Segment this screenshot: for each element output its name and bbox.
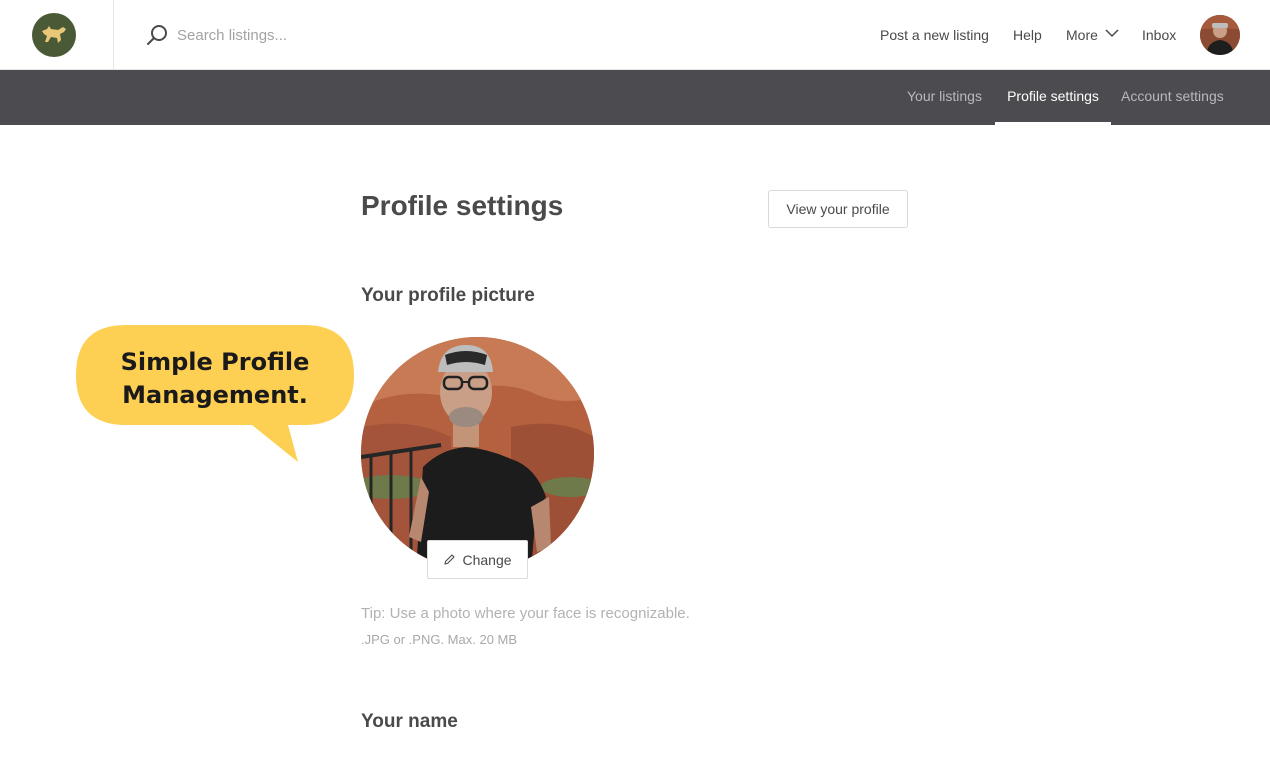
photo-tip: Tip: Use a photo where your face is reco… — [361, 605, 690, 622]
more-menu[interactable]: More — [1066, 26, 1098, 44]
tab-your-listings[interactable]: Your listings — [907, 70, 982, 125]
search-icon[interactable] — [146, 24, 168, 46]
callout-text: Simple Profile Management. — [76, 346, 354, 412]
profile-picture-heading: Your profile picture — [361, 285, 535, 306]
help-link[interactable]: Help — [1013, 26, 1042, 44]
callout-line-2: Management. — [122, 381, 308, 409]
change-label: Change — [462, 551, 512, 568]
search-input[interactable] — [177, 23, 577, 47]
change-photo-button[interactable]: Change — [427, 540, 528, 579]
chevron-down-icon[interactable] — [1105, 28, 1119, 38]
dog-logo-icon[interactable] — [32, 13, 76, 57]
post-listing-link[interactable]: Post a new listing — [880, 26, 989, 44]
callout-line-1: Simple Profile — [120, 348, 310, 376]
view-profile-button[interactable]: View your profile — [768, 190, 908, 228]
pencil-icon — [444, 554, 456, 565]
settings-subnav: Your listings Profile settings Account s… — [0, 70, 1270, 125]
photo-format-hint: .JPG or .PNG. Max. 20 MB — [361, 632, 518, 647]
your-name-heading: Your name — [361, 711, 458, 732]
profile-photo — [361, 337, 594, 570]
tab-account-settings[interactable]: Account settings — [1121, 70, 1224, 125]
tab-profile-settings[interactable]: Profile settings — [995, 70, 1111, 125]
top-header: Post a new listing Help More Inbox — [0, 0, 1270, 70]
inbox-link[interactable]: Inbox — [1142, 26, 1176, 44]
avatar[interactable] — [1200, 15, 1240, 55]
logo-cell — [0, 0, 114, 70]
page-title: Profile settings — [361, 190, 564, 221]
